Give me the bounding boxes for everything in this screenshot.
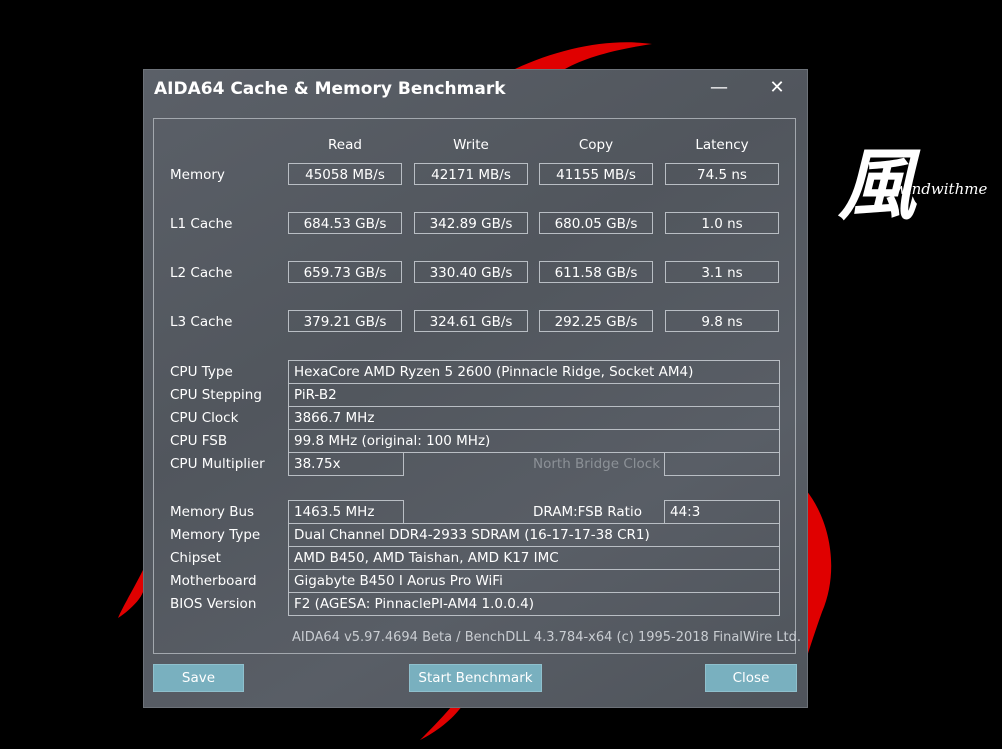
red-shape-bottom xyxy=(420,706,462,740)
windwithme-logo: 風 windwithme xyxy=(838,142,998,232)
label-cpu-type: CPU Type xyxy=(170,364,233,380)
save-button[interactable]: Save xyxy=(153,664,244,692)
l1-latency: 1.0 ns xyxy=(665,212,779,234)
value-cpu-clock: 3866.7 MHz xyxy=(288,406,780,430)
value-dram-fsb-ratio: 44:3 xyxy=(664,500,780,524)
value-cpu-multiplier: 38.75x xyxy=(288,452,404,476)
close-window-button[interactable]: ✕ xyxy=(762,76,792,100)
value-cpu-type: HexaCore AMD Ryzen 5 2600 (Pinnacle Ridg… xyxy=(288,360,780,384)
start-benchmark-button[interactable]: Start Benchmark xyxy=(409,664,542,692)
label-memory-bus: Memory Bus xyxy=(170,504,255,520)
label-chipset: Chipset xyxy=(170,550,221,566)
column-read: Read xyxy=(328,137,362,153)
l1-copy: 680.05 GB/s xyxy=(539,212,653,234)
value-bios-version: F2 (AGESA: PinnaclePI-AM4 1.0.0.4) xyxy=(288,592,780,616)
value-north-bridge-clock xyxy=(664,452,780,476)
memory-copy: 41155 MB/s xyxy=(539,163,653,185)
label-dram-fsb-ratio: DRAM:FSB Ratio xyxy=(533,504,642,520)
label-cpu-clock: CPU Clock xyxy=(170,410,239,426)
memory-latency: 74.5 ns xyxy=(665,163,779,185)
row-label-l3: L3 Cache xyxy=(170,314,233,330)
l3-write: 324.61 GB/s xyxy=(414,310,528,332)
value-chipset: AMD B450, AMD Taishan, AMD K17 IMC xyxy=(288,546,780,570)
value-cpu-fsb: 99.8 MHz (original: 100 MHz) xyxy=(288,429,780,453)
l3-copy: 292.25 GB/s xyxy=(539,310,653,332)
label-memory-type: Memory Type xyxy=(170,527,261,543)
close-button[interactable]: Close xyxy=(705,664,797,692)
label-cpu-fsb: CPU FSB xyxy=(170,433,228,449)
window-title: AIDA64 Cache & Memory Benchmark xyxy=(154,79,506,99)
memory-read: 45058 MB/s xyxy=(288,163,402,185)
row-label-memory: Memory xyxy=(170,167,225,183)
label-north-bridge-clock: North Bridge Clock xyxy=(533,456,661,472)
version-footer: AIDA64 v5.97.4694 Beta / BenchDLL 4.3.78… xyxy=(292,630,802,645)
red-shape-top xyxy=(515,42,652,69)
column-write: Write xyxy=(453,137,489,153)
column-latency: Latency xyxy=(695,137,749,153)
label-cpu-stepping: CPU Stepping xyxy=(170,387,262,403)
value-motherboard: Gigabyte B450 I Aorus Pro WiFi xyxy=(288,569,780,593)
column-copy: Copy xyxy=(578,137,614,153)
l1-read: 684.53 GB/s xyxy=(288,212,402,234)
label-bios-version: BIOS Version xyxy=(170,596,257,612)
l2-write: 330.40 GB/s xyxy=(414,261,528,283)
l2-copy: 611.58 GB/s xyxy=(539,261,653,283)
l1-write: 342.89 GB/s xyxy=(414,212,528,234)
benchmark-window: AIDA64 Cache & Memory Benchmark — ✕ Read… xyxy=(143,69,808,708)
value-cpu-stepping: PiR-B2 xyxy=(288,383,780,407)
l2-read: 659.73 GB/s xyxy=(288,261,402,283)
red-shape-left xyxy=(118,570,143,618)
l3-read: 379.21 GB/s xyxy=(288,310,402,332)
label-motherboard: Motherboard xyxy=(170,573,257,589)
minimize-button[interactable]: — xyxy=(704,76,734,100)
row-label-l1: L1 Cache xyxy=(170,216,233,232)
logo-text: windwithme xyxy=(894,180,988,198)
memory-write: 42171 MB/s xyxy=(414,163,528,185)
red-shape-right xyxy=(806,490,832,660)
l3-latency: 9.8 ns xyxy=(665,310,779,332)
l2-latency: 3.1 ns xyxy=(665,261,779,283)
label-cpu-multiplier: CPU Multiplier xyxy=(170,456,265,472)
row-label-l2: L2 Cache xyxy=(170,265,233,281)
value-memory-bus: 1463.5 MHz xyxy=(288,500,404,524)
value-memory-type: Dual Channel DDR4-2933 SDRAM (16-17-17-3… xyxy=(288,523,780,547)
